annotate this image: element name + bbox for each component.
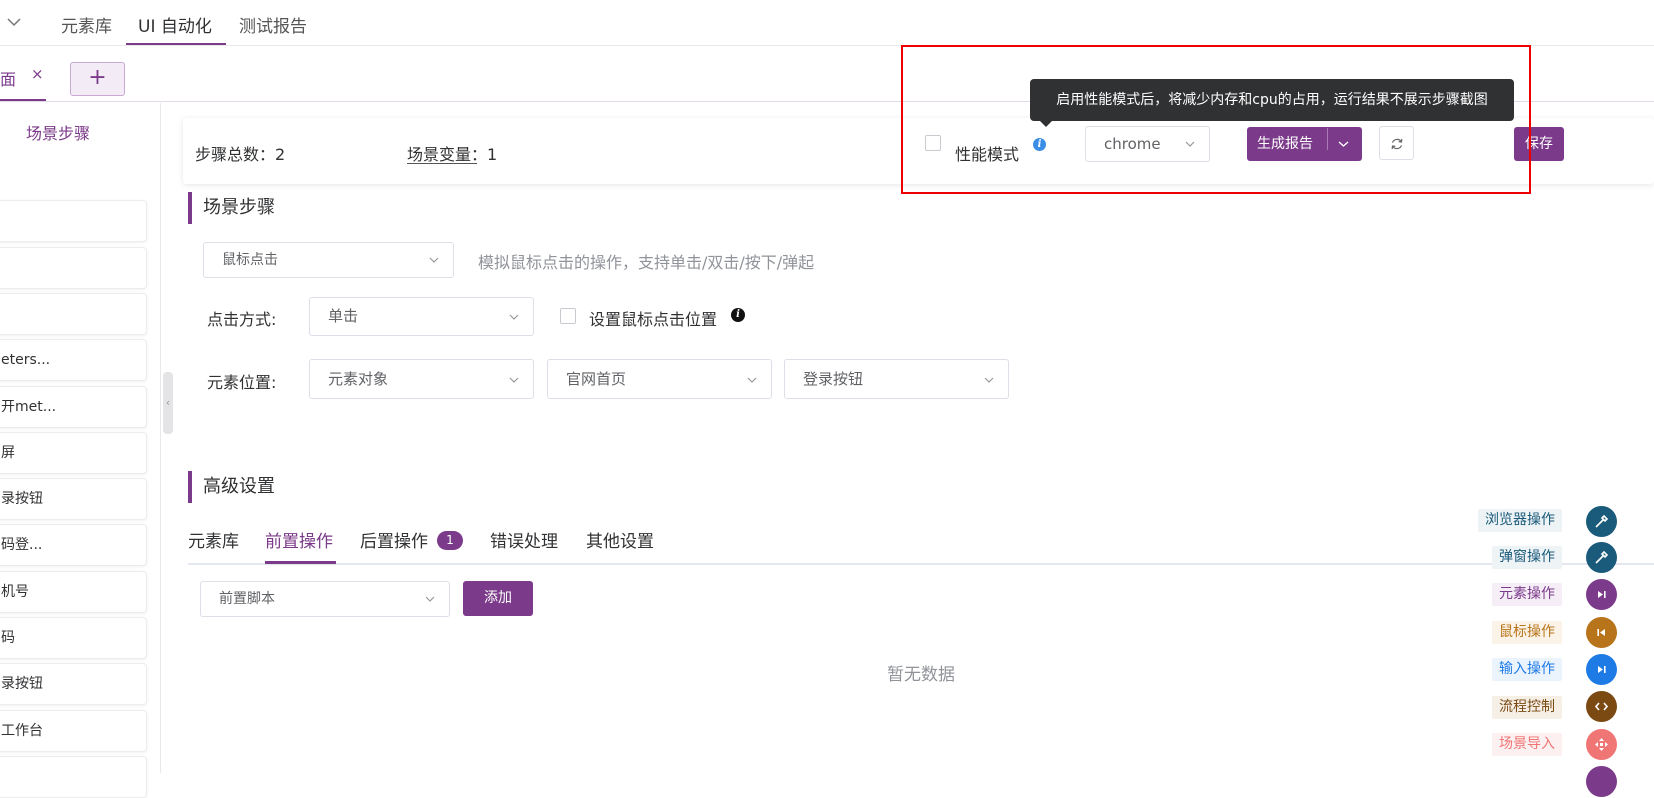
mouse-ops-label[interactable]: 鼠标操作 (1492, 621, 1562, 644)
nav-test-report[interactable]: 测试报告 (239, 12, 307, 37)
chevron-down-icon (984, 377, 994, 383)
element-ops-button[interactable] (1586, 579, 1617, 610)
action-select[interactable]: 鼠标点击 (203, 242, 454, 278)
chevron-down-icon[interactable] (6, 14, 22, 30)
element-select[interactable]: 登录按钮 (784, 359, 1009, 399)
action-description: 模拟鼠标点击的操作，支持单击/双击/按下/弹起 (478, 253, 815, 272)
input-ops-label[interactable]: 输入操作 (1492, 658, 1562, 681)
step-item[interactable]: 工作台 (0, 710, 147, 752)
add-button[interactable]: 添加 (463, 581, 533, 616)
pre-script-value: 前置脚本 (219, 591, 275, 607)
highlight-box (901, 45, 1531, 194)
input-ops-button[interactable] (1586, 654, 1617, 685)
element-type-value: 元素对象 (328, 370, 389, 388)
scene-variables-label: 场景变量： (407, 145, 488, 164)
eyedropper-icon (1595, 550, 1609, 564)
click-type-label: 点击方式: (207, 310, 277, 329)
skip-forward-icon (1598, 591, 1606, 598)
dialog-ops-label[interactable]: 弹窗操作 (1492, 546, 1562, 569)
advanced-settings-title: 高级设置 (188, 471, 275, 503)
tab-active-indicator (0, 99, 46, 101)
element-select-value: 登录按钮 (803, 370, 864, 388)
move-arrows-icon (1595, 738, 1608, 751)
action-select-value: 鼠标点击 (222, 252, 278, 268)
code-icon (1594, 702, 1609, 711)
skip-forward-icon (1598, 666, 1606, 673)
chevron-down-icon (425, 596, 435, 602)
tab-active-indicator (265, 561, 336, 564)
tab-element-library[interactable]: 元素库 (188, 527, 239, 552)
nav-element-library[interactable]: 元素库 (61, 12, 112, 37)
chevron-down-icon (509, 314, 519, 320)
step-item[interactable] (0, 247, 147, 289)
set-click-position-label: 设置鼠标点击位置 (589, 310, 718, 329)
mouse-ops-button[interactable] (1586, 617, 1617, 648)
tab-post-actions[interactable]: 后置操作 (360, 527, 428, 552)
step-total: 步骤总数：2 (195, 145, 286, 164)
tab-other-settings[interactable]: 其他设置 (586, 527, 654, 552)
browser-ops-label[interactable]: 浏览器操作 (1478, 509, 1562, 532)
click-type-value: 单击 (328, 307, 359, 325)
chevron-down-icon (509, 377, 519, 383)
step-item[interactable] (0, 293, 147, 335)
scene-variables-underline (407, 163, 477, 164)
close-icon[interactable]: × (31, 65, 44, 83)
empty-state: 暂无数据 (887, 665, 955, 685)
step-item[interactable]: 录按钮 (0, 478, 147, 520)
step-item[interactable] (0, 756, 147, 798)
dialog-ops-button[interactable] (1586, 542, 1617, 573)
step-item[interactable]: 屏 (0, 432, 147, 474)
nav-active-indicator (126, 43, 226, 45)
flow-control-label[interactable]: 流程控制 (1492, 696, 1562, 719)
tab-pre-actions[interactable]: 前置操作 (265, 527, 333, 552)
scene-import-button[interactable] (1586, 729, 1617, 760)
scene-variables-link[interactable]: 场景变量：1 (407, 141, 497, 165)
browser-ops-button[interactable] (1586, 506, 1617, 537)
step-item[interactable]: eters... (0, 339, 147, 381)
add-tab-button[interactable]: + (70, 62, 125, 96)
element-type-select[interactable]: 元素对象 (309, 359, 534, 399)
step-item[interactable]: 录按钮 (0, 663, 147, 705)
scene-tab-label[interactable]: 面 (0, 66, 16, 90)
info-icon[interactable]: i (731, 308, 745, 322)
flow-control-button[interactable] (1586, 691, 1617, 722)
scene-variables-count: 1 (487, 145, 498, 164)
click-type-select[interactable]: 单击 (309, 297, 534, 336)
tabs-divider (188, 563, 1654, 565)
pre-script-select[interactable]: 前置脚本 (200, 581, 450, 617)
set-click-position-checkbox[interactable] (560, 308, 576, 324)
collapse-panel-handle[interactable]: ‹ (163, 372, 173, 434)
step-item[interactable]: 码登... (0, 524, 147, 566)
chevron-down-icon (747, 377, 757, 383)
page-select[interactable]: 官网首页 (547, 359, 772, 399)
element-ops-label[interactable]: 元素操作 (1492, 583, 1562, 606)
step-item[interactable] (0, 200, 147, 242)
step-item[interactable]: 码 (0, 617, 147, 659)
scene-step-list: 场景步骤 eters... 开met... 屏 录按钮 码登... 机号 码 录… (0, 103, 161, 798)
skip-back-icon (1597, 629, 1605, 636)
eyedropper-icon (1595, 514, 1609, 528)
step-item[interactable]: 开met... (0, 386, 147, 428)
top-nav: 元素库 UI 自动化 测试报告 (0, 0, 1654, 46)
more-ops-button[interactable] (1586, 766, 1617, 797)
page-select-value: 官网首页 (566, 370, 627, 388)
chevron-down-icon (429, 257, 439, 263)
element-position-label: 元素位置: (207, 373, 277, 392)
step-list-title: 场景步骤 (26, 124, 91, 143)
step-item[interactable]: 机号 (0, 571, 147, 613)
scene-import-label[interactable]: 场景导入 (1492, 733, 1562, 756)
scene-steps-title: 场景步骤 (188, 192, 275, 224)
tab-error-handling[interactable]: 错误处理 (490, 527, 558, 552)
post-actions-badge: 1 (437, 531, 463, 550)
nav-ui-automation[interactable]: UI 自动化 (138, 12, 212, 37)
